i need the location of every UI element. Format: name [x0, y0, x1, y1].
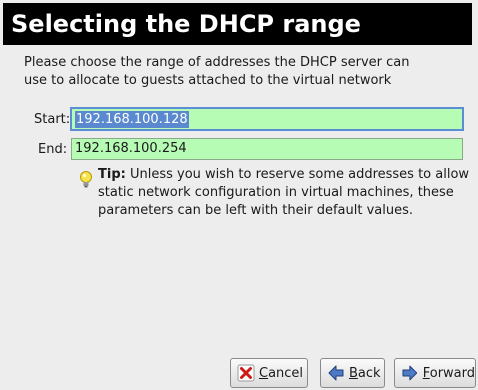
- back-label: Back: [349, 365, 381, 381]
- end-address-input[interactable]: [75, 139, 455, 159]
- tip-text: Tip: Unless you wish to reserve some add…: [98, 166, 470, 220]
- page-title: Selecting the DHCP range: [11, 10, 361, 38]
- cancel-button[interactable]: Cancel: [230, 358, 308, 388]
- arrow-left-icon: [328, 365, 344, 381]
- wizard-header: Selecting the DHCP range: [3, 3, 472, 45]
- tip-body: Unless you wish to reserve some addresse…: [98, 167, 470, 218]
- end-label: End:: [38, 142, 68, 157]
- cancel-label: Cancel: [259, 365, 304, 381]
- back-button[interactable]: Back: [320, 358, 385, 388]
- start-address-value[interactable]: 192.168.100.128: [75, 111, 189, 128]
- tip-label: Tip:: [98, 167, 126, 182]
- description-text: Please choose the range of addresses the…: [24, 55, 410, 88]
- forward-button[interactable]: Forward: [394, 358, 476, 388]
- arrow-right-icon: [402, 365, 418, 381]
- forward-label: Forward: [422, 365, 475, 381]
- lightbulb-icon: [80, 171, 92, 188]
- cancel-icon: [237, 364, 255, 382]
- start-address-field[interactable]: 192.168.100.128: [70, 107, 464, 131]
- end-address-field[interactable]: [71, 138, 463, 160]
- start-label: Start:: [34, 112, 71, 127]
